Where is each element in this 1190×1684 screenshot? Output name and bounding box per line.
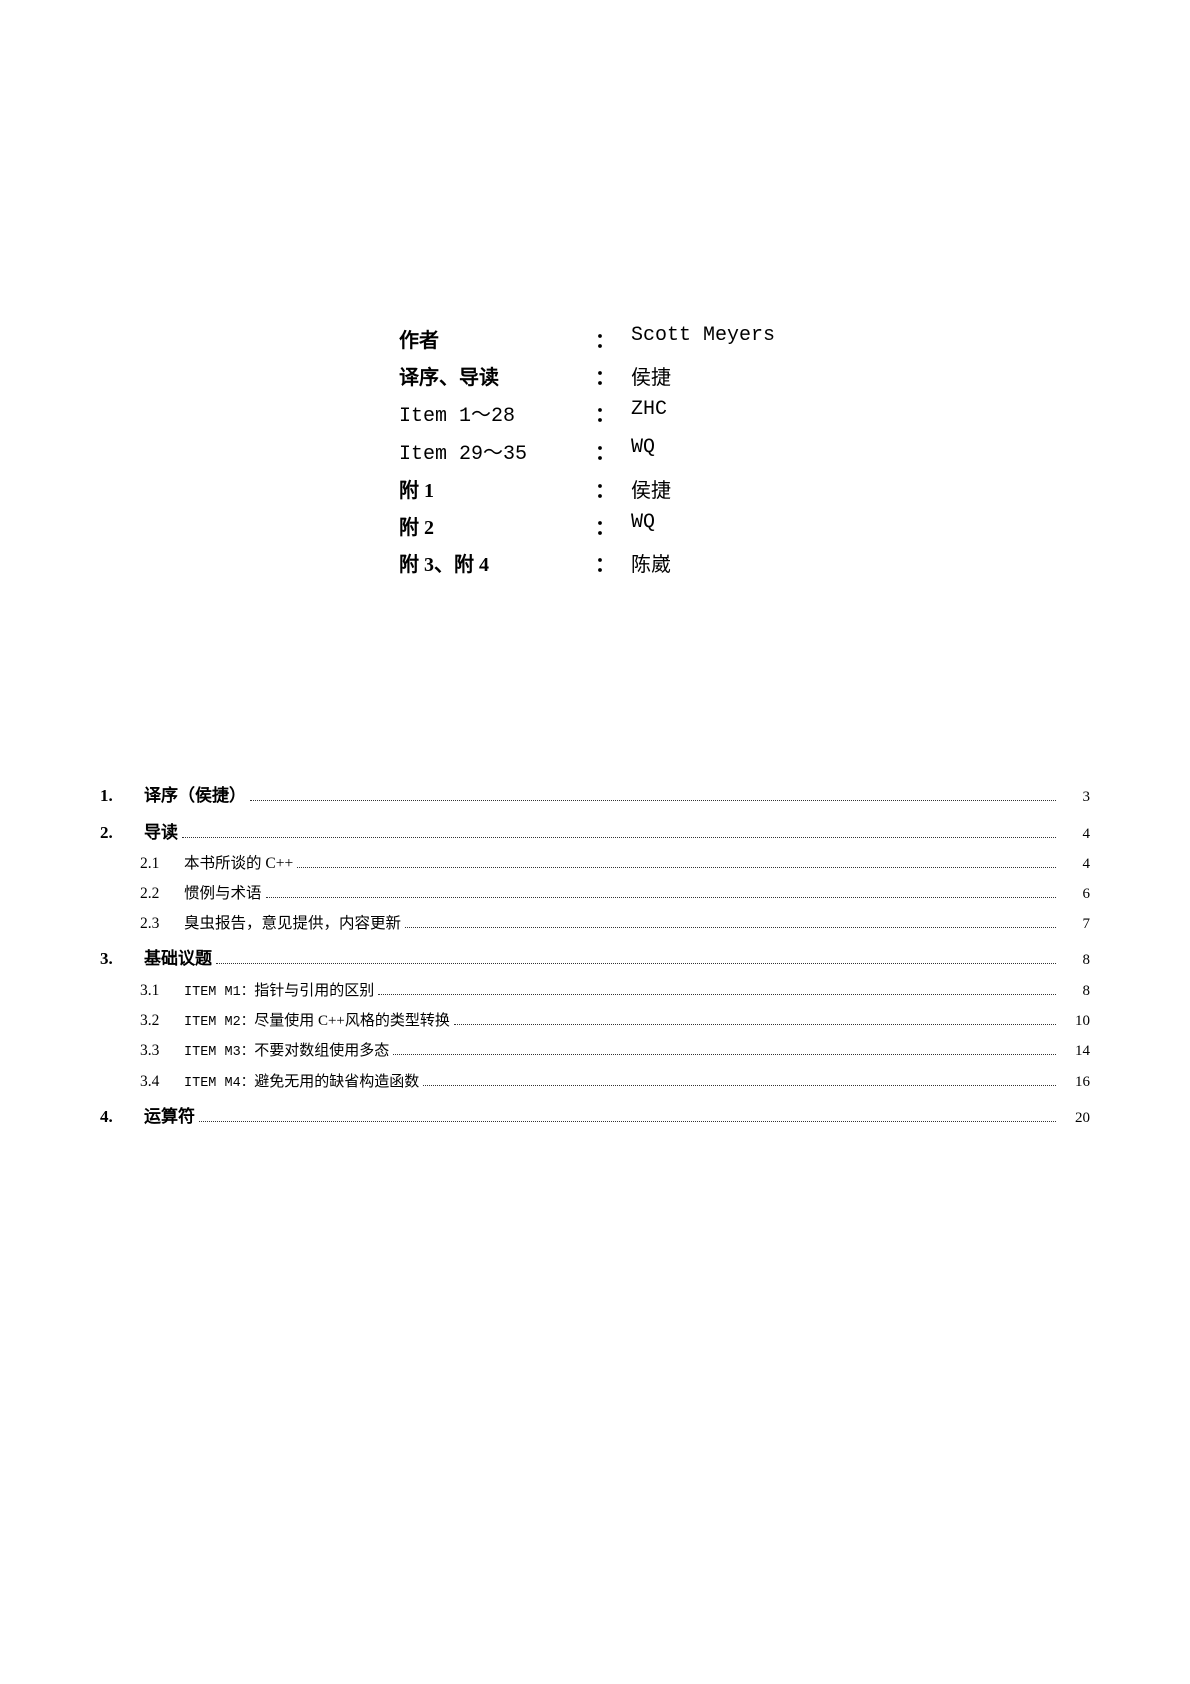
info-label-4: 附 1 bbox=[399, 470, 579, 507]
toc-label-4: 臭虫报告，意见提供，内容更新 bbox=[184, 910, 401, 938]
toc-page-1: 4 bbox=[1060, 821, 1090, 848]
toc-label-7: ITEM M2：尽量使用 C++风格的类型转换 bbox=[184, 1008, 450, 1035]
toc-row-8: 3.3ITEM M3：不要对数组使用多态 14 bbox=[100, 1037, 1090, 1065]
toc-dots-6 bbox=[378, 994, 1056, 995]
info-value-1: 侯捷 bbox=[631, 357, 791, 394]
toc-row-1: 2.导读 4 bbox=[100, 818, 1090, 849]
toc-num-0: 1. bbox=[100, 781, 144, 812]
info-value-0: Scott Meyers bbox=[631, 320, 791, 357]
info-colon-5: ： bbox=[579, 507, 631, 544]
toc-page-2: 4 bbox=[1060, 851, 1090, 878]
toc-num-4: 2.3 bbox=[140, 910, 184, 938]
toc-page-9: 16 bbox=[1060, 1069, 1090, 1096]
toc-label-2: 本书所谈的 C++ bbox=[184, 850, 293, 878]
toc-num-7: 3.2 bbox=[140, 1007, 184, 1035]
info-colon-2: ： bbox=[579, 394, 631, 432]
title-section bbox=[100, 80, 1090, 260]
toc-row-6: 3.1ITEM M1：指针与引用的区别 8 bbox=[100, 977, 1090, 1005]
toc-label-0: 译序（侯捷） bbox=[144, 781, 246, 812]
toc-num-10: 4. bbox=[100, 1102, 144, 1133]
toc-label-5: 基础议题 bbox=[144, 944, 212, 975]
info-label-1: 译序、导读 bbox=[399, 357, 579, 394]
toc-label-9: ITEM M4：避免无用的缺省构造函数 bbox=[184, 1069, 419, 1096]
info-label-0: 作者 bbox=[399, 320, 579, 357]
info-colon-1: ： bbox=[579, 357, 631, 394]
toc-row-9: 3.4ITEM M4：避免无用的缺省构造函数 16 bbox=[100, 1068, 1090, 1096]
toc-num-3: 2.2 bbox=[140, 880, 184, 908]
toc-dots-4 bbox=[405, 927, 1056, 928]
toc-label-3: 惯例与术语 bbox=[184, 880, 262, 908]
toc-label-8: ITEM M3：不要对数组使用多态 bbox=[184, 1038, 389, 1065]
toc-page-0: 3 bbox=[1060, 784, 1090, 811]
toc-dots-9 bbox=[423, 1085, 1056, 1086]
info-label-5: 附 2 bbox=[399, 507, 579, 544]
info-label-3: Item 29～35 bbox=[399, 432, 579, 470]
toc-dots-5 bbox=[216, 963, 1056, 964]
info-value-3: WQ bbox=[631, 432, 791, 470]
toc-num-6: 3.1 bbox=[140, 977, 184, 1005]
info-colon-0: ： bbox=[579, 320, 631, 357]
toc-page-6: 8 bbox=[1060, 978, 1090, 1005]
info-colon-4: ： bbox=[579, 470, 631, 507]
toc-dots-10 bbox=[199, 1121, 1056, 1122]
toc-label-10: 运算符 bbox=[144, 1102, 195, 1133]
toc-num-8: 3.3 bbox=[140, 1037, 184, 1065]
info-colon-3: ： bbox=[579, 432, 631, 470]
toc-page-3: 6 bbox=[1060, 881, 1090, 908]
toc-label-1: 导读 bbox=[144, 818, 178, 849]
toc-page-10: 20 bbox=[1060, 1105, 1090, 1132]
toc-dots-8 bbox=[393, 1054, 1056, 1055]
toc-row-3: 2.2惯例与术语 6 bbox=[100, 880, 1090, 908]
info-label-6: 附 3、附 4 bbox=[399, 544, 579, 581]
info-table-container: 作者：Scott Meyers译序、导读：侯捷Item 1～28：ZHCItem… bbox=[100, 320, 1090, 581]
toc-num-5: 3. bbox=[100, 944, 144, 975]
toc-row-7: 3.2ITEM M2：尽量使用 C++风格的类型转换 10 bbox=[100, 1007, 1090, 1035]
toc-section: 1.译序（侯捷）32.导读42.1本书所谈的 C++42.2惯例与术语62.3臭… bbox=[100, 781, 1090, 1133]
toc-row-4: 2.3臭虫报告，意见提供，内容更新 7 bbox=[100, 910, 1090, 938]
toc-row-2: 2.1本书所谈的 C++ 4 bbox=[100, 850, 1090, 878]
info-value-6: 陈崴 bbox=[631, 544, 791, 581]
page: 作者：Scott Meyers译序、导读：侯捷Item 1～28：ZHCItem… bbox=[0, 0, 1190, 1684]
info-value-5: WQ bbox=[631, 507, 791, 544]
info-value-4: 侯捷 bbox=[631, 470, 791, 507]
toc-num-1: 2. bbox=[100, 818, 144, 849]
toc-page-7: 10 bbox=[1060, 1008, 1090, 1035]
toc-num-9: 3.4 bbox=[140, 1068, 184, 1096]
toc-dots-1 bbox=[182, 837, 1056, 838]
info-table: 作者：Scott Meyers译序、导读：侯捷Item 1～28：ZHCItem… bbox=[399, 320, 791, 581]
toc-dots-2 bbox=[297, 867, 1056, 868]
info-value-2: ZHC bbox=[631, 394, 791, 432]
toc-label-6: ITEM M1：指针与引用的区别 bbox=[184, 978, 374, 1005]
info-colon-6: ： bbox=[579, 544, 631, 581]
toc-page-8: 14 bbox=[1060, 1038, 1090, 1065]
toc-dots-3 bbox=[266, 897, 1056, 898]
toc-num-2: 2.1 bbox=[140, 850, 184, 878]
toc-row-5: 3.基础议题 8 bbox=[100, 944, 1090, 975]
toc-page-4: 7 bbox=[1060, 911, 1090, 938]
toc-row-10: 4.运算符 20 bbox=[100, 1102, 1090, 1133]
toc-dots-0 bbox=[250, 800, 1056, 801]
toc-row-0: 1.译序（侯捷） 3 bbox=[100, 781, 1090, 812]
toc-page-5: 8 bbox=[1060, 947, 1090, 974]
toc-dots-7 bbox=[454, 1024, 1056, 1025]
info-label-2: Item 1～28 bbox=[399, 394, 579, 432]
